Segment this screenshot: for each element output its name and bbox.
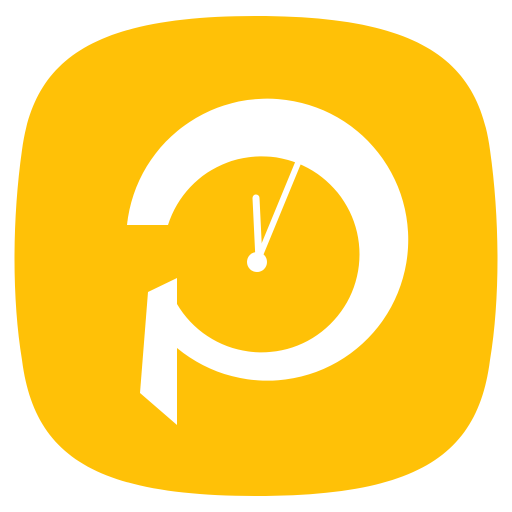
icon-canvas: [0, 0, 512, 512]
clock-hour-hand-icon: [252, 194, 263, 264]
app-icon[interactable]: [0, 0, 512, 512]
clock-hub-icon: [247, 252, 267, 272]
